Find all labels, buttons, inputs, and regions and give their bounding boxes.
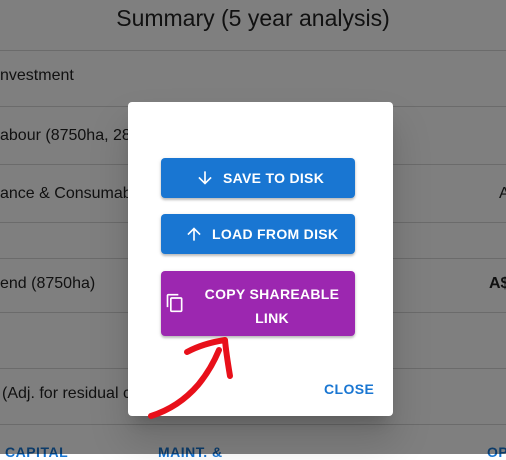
arrow-down-icon xyxy=(198,171,212,185)
load-from-disk-button[interactable]: LOAD FROM DISK xyxy=(161,214,355,254)
close-button[interactable]: CLOSE xyxy=(324,381,374,397)
load-from-disk-label: LOAD FROM DISK xyxy=(212,226,339,242)
copy-shareable-link-label: COPY SHAREABLE LINK xyxy=(204,286,340,326)
save-to-disk-label: SAVE TO DISK xyxy=(223,170,325,186)
share-dialog: SAVE TO DISK LOAD FROM DISK COPY SHAREAB… xyxy=(128,102,393,416)
arrow-up-icon xyxy=(187,227,201,241)
copy-icon xyxy=(166,293,183,313)
copy-shareable-link-button[interactable]: COPY SHAREABLE LINK xyxy=(161,271,355,336)
save-to-disk-button[interactable]: SAVE TO DISK xyxy=(161,158,355,198)
